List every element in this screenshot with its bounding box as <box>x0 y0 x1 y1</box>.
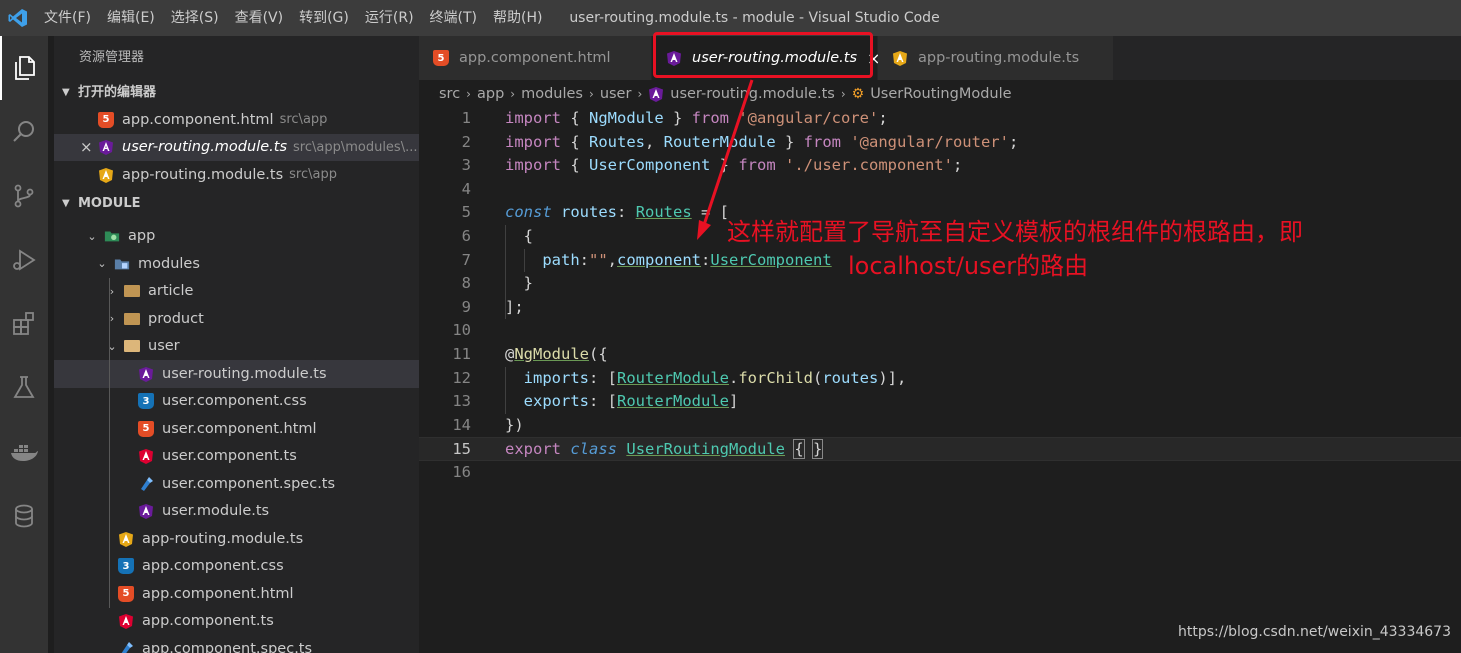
chevron-right-icon: › <box>109 284 115 298</box>
menu-go[interactable]: 转到(G) <box>291 0 357 36</box>
menu-view[interactable]: 查看(V) <box>227 0 292 36</box>
explorer-sidebar: 资源管理器 ▼ 打开的编辑器 5 app.component.html src\… <box>54 36 419 653</box>
tree-file-app-component-ts[interactable]: app.component.ts <box>54 608 419 636</box>
indent-guide <box>524 248 525 273</box>
tab-app-routing-module[interactable]: app-routing.module.ts <box>878 36 1114 80</box>
source-control-icon[interactable] <box>0 164 48 228</box>
folder-open-icon <box>124 338 140 354</box>
indent-guide <box>109 277 110 608</box>
angular-component-icon <box>118 613 134 630</box>
code-line: 10 <box>452 321 471 340</box>
spec-file-icon <box>138 476 154 492</box>
menu-help[interactable]: 帮助(H) <box>485 0 550 36</box>
angular-module-icon <box>648 86 664 102</box>
run-debug-icon[interactable] <box>0 228 48 292</box>
code-line: 11 @NgModule({ <box>452 345 608 363</box>
html-file-icon: 5 <box>98 111 114 128</box>
explorer-icon[interactable] <box>0 36 48 100</box>
tree-folder-modules[interactable]: ⌄ modules <box>54 250 419 278</box>
open-editors-header[interactable]: ▼ 打开的编辑器 <box>54 80 419 106</box>
css-file-icon: 3 <box>118 558 134 575</box>
breadcrumb-item[interactable]: modules <box>521 86 583 102</box>
menu-bar: 文件(F) 编辑(E) 选择(S) 查看(V) 转到(G) 运行(R) 终端(T… <box>36 0 550 36</box>
class-symbol-icon: ⚙ <box>851 86 865 102</box>
tree-file-app-component-spec[interactable]: app.component.spec.ts <box>54 635 419 653</box>
indent-guide <box>505 366 506 414</box>
folder-icon <box>124 311 140 327</box>
chevron-right-icon: › <box>637 87 643 101</box>
html-file-icon: 5 <box>118 585 134 602</box>
code-line: 16 <box>452 463 471 481</box>
search-icon[interactable] <box>0 100 48 164</box>
code-line: 1 import { NgModule } from '@angular/core… <box>461 109 888 127</box>
open-editor-item-active[interactable]: × user-routing.module.ts src\app\modules… <box>54 133 419 161</box>
docker-icon[interactable] <box>0 420 48 484</box>
menu-edit[interactable]: 编辑(E) <box>99 0 163 36</box>
chevron-down-icon: ▼ <box>62 197 70 209</box>
angular-component-icon <box>138 448 154 465</box>
vscode-logo-icon <box>2 0 34 36</box>
html-file-icon: 5 <box>433 50 449 66</box>
open-editor-item[interactable]: 5 app.component.html src\app <box>54 106 419 134</box>
tab-app-component-html[interactable]: 5 app.component.html <box>419 36 652 80</box>
folder-icon <box>124 283 140 299</box>
close-icon[interactable]: × <box>80 138 98 156</box>
code-line: 14}) <box>452 415 524 434</box>
chevron-right-icon: › <box>840 87 846 101</box>
watermark: https://blog.csdn.net/weixin_43334673 <box>1177 624 1451 640</box>
folder-app-icon <box>104 228 120 244</box>
testing-icon[interactable] <box>0 356 48 420</box>
file-tree: ⌄ app ⌄ modules › article › product ⌄ us… <box>54 223 419 653</box>
extensions-icon[interactable] <box>0 292 48 356</box>
menu-selection[interactable]: 选择(S) <box>163 0 227 36</box>
sidebar-title: 资源管理器 <box>79 50 145 65</box>
code-editor[interactable]: 1 import { NgModule } from '@angular/core… <box>419 107 1461 653</box>
title-bar: 文件(F) 编辑(E) 选择(S) 查看(V) 转到(G) 运行(R) 终端(T… <box>0 0 1461 36</box>
angular-routing-icon <box>892 50 908 66</box>
breadcrumb-item[interactable]: app <box>477 86 504 102</box>
breadcrumb-item[interactable]: user-routing.module.ts <box>670 86 835 102</box>
code-line-current: 15 export class UserRoutingModule { } <box>419 437 1461 461</box>
code-line: 9]; <box>461 297 524 316</box>
angular-routing-icon <box>98 167 114 183</box>
html-file-icon: 5 <box>138 420 154 437</box>
code-line: 13 exports: [RouterModule] <box>452 392 739 411</box>
highlight-box <box>653 32 873 78</box>
angular-module-icon <box>98 139 114 156</box>
chevron-right-icon: › <box>109 312 115 326</box>
angular-module-icon <box>138 503 154 520</box>
chevron-right-icon: › <box>466 87 471 101</box>
menu-file[interactable]: 文件(F) <box>36 0 99 36</box>
chevron-down-icon: ▼ <box>62 87 70 98</box>
annotation-text: localhost/user的路由 <box>848 252 1089 280</box>
database-icon[interactable] <box>0 484 48 548</box>
chevron-down-icon: ⌄ <box>107 339 117 353</box>
folder-modules-icon <box>114 256 130 272</box>
indent-guide <box>505 225 506 319</box>
breadcrumb-item[interactable]: src <box>439 86 460 102</box>
open-editor-item[interactable]: app-routing.module.ts src\app <box>54 161 419 189</box>
chevron-down-icon: ⌄ <box>97 257 107 271</box>
angular-routing-icon <box>118 531 134 547</box>
code-line: 2 import { Routes, RouterModule } from '@… <box>461 132 1019 151</box>
chevron-right-icon: › <box>510 87 516 101</box>
breadcrumb-item[interactable]: user <box>600 86 632 102</box>
activity-bar <box>0 36 48 653</box>
annotation-text: 这样就配置了导航至自定义模板的根组件的根路由，即 <box>727 218 1303 246</box>
breadcrumb-item[interactable]: UserRoutingModule <box>870 86 1011 102</box>
chevron-right-icon: › <box>589 87 594 101</box>
tree-folder-app[interactable]: ⌄ app <box>54 223 419 251</box>
editor-tabs: 5 app.component.html user-routing.module… <box>419 36 1461 80</box>
module-folder-header[interactable]: ▼ MODULE <box>54 191 419 217</box>
css-file-icon: 3 <box>138 393 154 410</box>
code-line: 12 imports: [RouterModule.forChild(route… <box>452 368 907 387</box>
code-line: 3 import { UserComponent } from './user.c… <box>461 156 963 175</box>
breadcrumb: src › app › modules › user › user-routin… <box>419 80 1461 108</box>
chevron-down-icon: ⌄ <box>87 229 97 243</box>
menu-run[interactable]: 运行(R) <box>357 0 422 36</box>
spec-file-icon <box>118 641 134 653</box>
angular-module-icon <box>138 366 154 382</box>
menu-terminal[interactable]: 终端(T) <box>422 0 485 36</box>
code-line: 4 <box>461 179 471 198</box>
